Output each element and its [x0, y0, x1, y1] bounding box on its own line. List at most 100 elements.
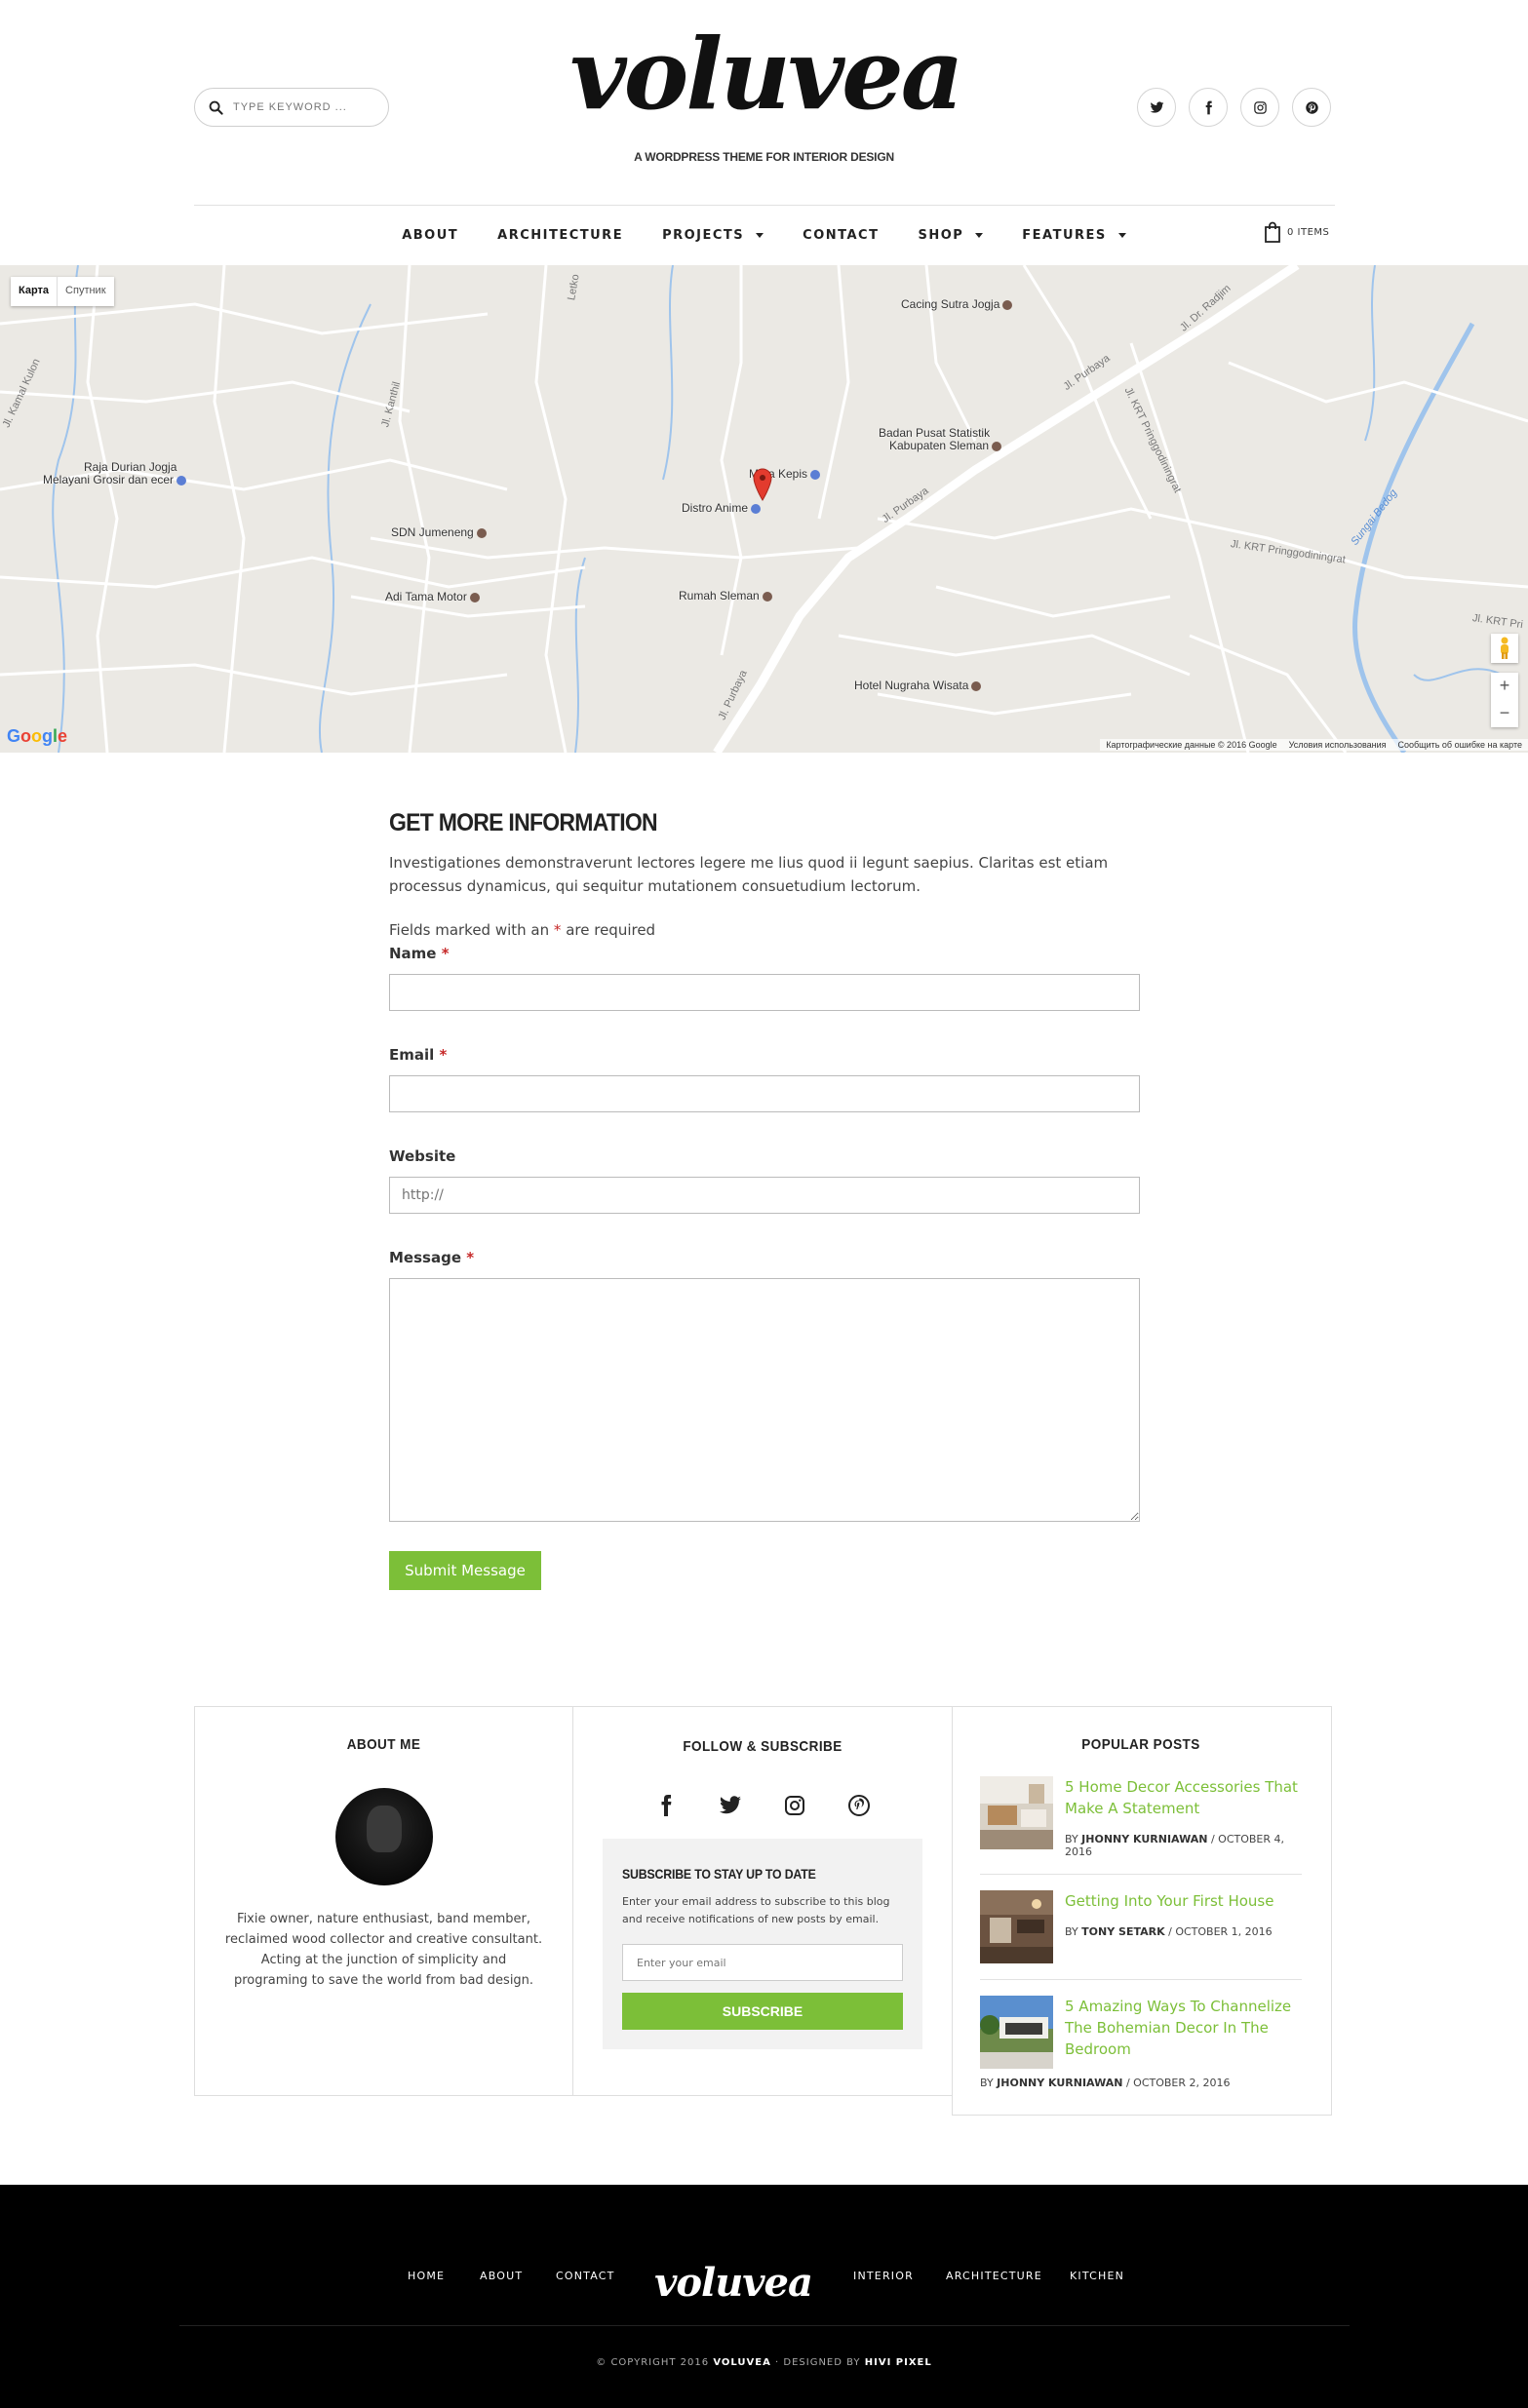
required-note-text: are required [566, 921, 656, 939]
map-place[interactable]: SDN Jumeneng [391, 525, 487, 539]
post-thumbnail[interactable] [980, 1996, 1053, 2069]
nav-shop[interactable]: SHOP [918, 225, 984, 245]
footer-nav-about[interactable]: ABOUT [480, 2270, 523, 2282]
required-note-text: Fields marked with an [389, 921, 550, 939]
footer-nav-home[interactable]: HOME [408, 2270, 445, 2282]
post-author[interactable]: TONY SETARK [1081, 1925, 1164, 1938]
pinterest-icon [1305, 100, 1318, 114]
zoom-in-button[interactable]: + [1500, 673, 1510, 700]
post-author[interactable]: JHONNY KURNIAWAN [997, 2077, 1122, 2089]
pinterest-link[interactable] [1292, 88, 1331, 127]
instagram-link[interactable] [1240, 88, 1279, 127]
website-field[interactable] [389, 1177, 1140, 1214]
post-title[interactable]: 5 Home Decor Accessories That Make A Sta… [1065, 1776, 1302, 1819]
facebook-icon[interactable] [654, 1794, 678, 1817]
footer-nav-contact[interactable]: CONTACT [556, 2270, 615, 2282]
map-terms-link[interactable]: Условия использования [1289, 740, 1387, 750]
message-label: Message * [389, 1249, 474, 1266]
map-tab[interactable]: Карта [11, 277, 57, 306]
popular-posts-widget: POPULAR POSTS 5 Home Decor Accessories T… [952, 1706, 1332, 2116]
website-field-group: Website [389, 1146, 1140, 1214]
map-place[interactable]: Distro Anime [682, 501, 762, 515]
footer-nav-kitchen[interactable]: KITCHEN [1070, 2270, 1124, 2282]
twitter-icon[interactable] [719, 1794, 742, 1817]
map-place[interactable]: Cacing Sutra Jogja [901, 297, 1013, 311]
map-place[interactable]: Rumah Sleman [679, 589, 772, 602]
search-box[interactable] [194, 88, 389, 127]
map-place[interactable]: Raja Durian Jogja [84, 460, 176, 474]
nav-contact[interactable]: CONTACT [803, 225, 879, 245]
facebook-link[interactable] [1189, 88, 1228, 127]
name-field[interactable] [389, 974, 1140, 1011]
map-place[interactable]: Adi Tama Motor [385, 590, 480, 603]
required-star: * [439, 1046, 448, 1064]
about-title: ABOUT ME [346, 1736, 421, 1753]
twitter-link[interactable] [1137, 88, 1176, 127]
nav-architecture[interactable]: ARCHITECTURE [497, 225, 623, 245]
map-type-toggle[interactable]: Карта Спутник [11, 277, 114, 306]
nav-features[interactable]: FEATURES [1022, 225, 1126, 245]
post-meta: BY JHONNY KURNIAWAN / OCTOBER 2, 2016 [980, 2077, 1231, 2089]
instagram-icon[interactable] [783, 1794, 806, 1817]
post-title[interactable]: Getting Into Your First House [1065, 1890, 1273, 1912]
footer-nav-architecture[interactable]: ARCHITECTURE [946, 2270, 1042, 2282]
nav-projects[interactable]: PROJECTS [662, 225, 764, 245]
map-place[interactable]: Kabupaten Sleman [889, 439, 1002, 452]
map-place[interactable]: Melayani Grosir dan ecer [43, 473, 187, 486]
nav-about[interactable]: ABOUT [402, 225, 458, 245]
zoom-out-button[interactable]: − [1500, 700, 1510, 727]
contact-form: GET MORE INFORMATION Investigationes dem… [389, 809, 1140, 1590]
website-label: Website [389, 1147, 456, 1165]
street-view-pegman[interactable] [1491, 634, 1518, 663]
post-title[interactable]: 5 Amazing Ways To Channelize The Bohemia… [1065, 1996, 1302, 2060]
message-textarea[interactable] [389, 1278, 1140, 1522]
footer-logo[interactable]: voluvea [654, 2258, 813, 2307]
place-name: Hotel Nugraha Wisata [854, 679, 969, 692]
subscribe-button[interactable]: SUBSCRIBE [622, 1993, 903, 2030]
post-by: BY [980, 2077, 994, 2089]
search-input[interactable] [233, 101, 370, 113]
name-label: Name * [389, 945, 450, 962]
facebook-icon [1205, 100, 1212, 114]
email-field-group: Email * [389, 1045, 1140, 1112]
cart-link[interactable]: 0 ITEMS [1264, 221, 1329, 243]
place-name: Badan Pusat Statistik [879, 426, 991, 440]
place-name: Adi Tama Motor [385, 590, 467, 603]
subscribe-email-input[interactable] [622, 1944, 903, 1981]
email-field[interactable] [389, 1075, 1140, 1112]
name-field-group: Name * [389, 944, 1140, 1011]
caret-down-icon [756, 232, 764, 238]
site-logo[interactable]: voluvea [569, 18, 963, 130]
pinterest-icon[interactable] [847, 1794, 871, 1817]
post-thumbnail[interactable] [980, 1890, 1053, 1963]
map-embed[interactable]: Карта Спутник Cacing Sutra Jogja Badan P… [0, 265, 1528, 753]
avatar [334, 1788, 433, 1885]
nav-label: SHOP [918, 227, 964, 243]
post-author[interactable]: JHONNY KURNIAWAN [1081, 1833, 1207, 1845]
map-report-link[interactable]: Сообщить об ошибке на карте [1398, 740, 1522, 750]
copyright-designer[interactable]: HIVI PIXEL [865, 2357, 932, 2368]
popular-post[interactable]: 5 Amazing Ways To Channelize The Bohemia… [980, 1996, 1302, 2084]
popular-post[interactable]: 5 Home Decor Accessories That Make A Sta… [980, 1776, 1302, 1874]
popular-post[interactable]: Getting Into Your First House BY TONY SE… [980, 1890, 1302, 1979]
subscribe-box: SUBSCRIBE TO STAY UP TO DATE Enter your … [603, 1839, 922, 2049]
form-title: GET MORE INFORMATION [389, 809, 658, 836]
map-place[interactable]: Hotel Nugraha Wisata [854, 679, 982, 692]
google-logo[interactable]: Google [7, 726, 67, 747]
cart-count: 0 ITEMS [1287, 226, 1330, 238]
post-thumbnail[interactable] [980, 1776, 1053, 1849]
poi-icon [992, 441, 1002, 451]
message-field-group: Message * [389, 1248, 1140, 1526]
site-footer: HOME ABOUT CONTACT voluvea INTERIOR ARCH… [0, 2185, 1528, 2408]
submit-message-button[interactable]: Submit Message [389, 1551, 541, 1590]
copyright-brand[interactable]: VOLUVEA [713, 2357, 771, 2368]
poi-icon [810, 469, 821, 480]
social-links [1137, 88, 1331, 127]
map-place[interactable]: Badan Pusat Statistik [879, 426, 990, 440]
post-by: BY [1065, 1833, 1078, 1845]
map-marker-icon[interactable] [753, 468, 772, 501]
pegman-icon [1501, 637, 1508, 659]
footer-nav-interior[interactable]: INTERIOR [853, 2270, 914, 2282]
post-meta: BY JHONNY KURNIAWAN / OCTOBER 4, 2016 [1065, 1833, 1285, 1858]
satellite-tab[interactable]: Спутник [57, 277, 113, 306]
